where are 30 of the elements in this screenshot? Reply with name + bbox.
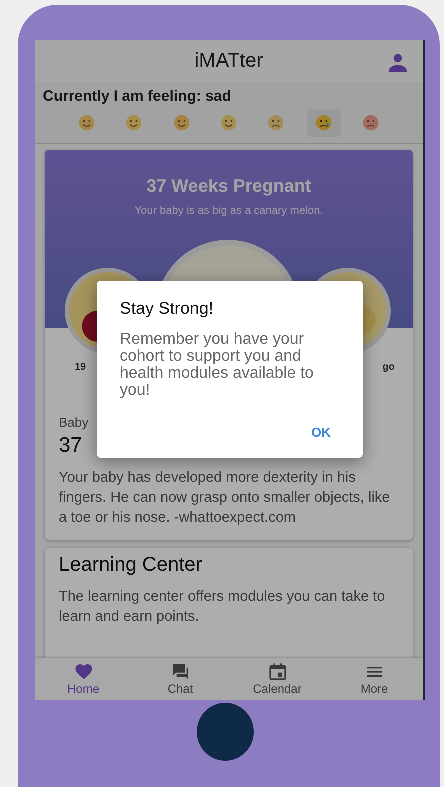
emoji-icon — [172, 114, 191, 132]
emoji-icon — [125, 114, 144, 132]
mood-option[interactable] — [306, 109, 341, 137]
heart-icon — [74, 662, 94, 682]
calendar-icon — [268, 662, 288, 682]
size-caption: go — [382, 362, 395, 373]
nav-tab[interactable]: Chat — [146, 662, 216, 696]
nav-tab[interactable]: More — [340, 662, 410, 696]
profile-icon[interactable] — [387, 52, 409, 74]
chat-icon — [170, 662, 190, 682]
dialog-message: Remember you have your cohort to support you and health modules available to you! — [120, 331, 315, 399]
emoji-icon — [267, 114, 286, 132]
card-eyebrow: Baby — [59, 415, 89, 430]
dialog-title: Stay Strong! — [120, 299, 215, 319]
card-text: The learning center offers modules you can take to learn and earn points. — [59, 588, 386, 627]
emoji-icon — [314, 114, 333, 132]
nav-tab[interactable]: Calendar — [242, 662, 312, 696]
nav-tab[interactable]: Home — [48, 662, 118, 696]
emoji-icon — [362, 114, 380, 132]
card-heading: 37 — [59, 434, 82, 458]
card-title: Learning Center — [59, 554, 204, 577]
banner-title: 37 Weeks Pregnant — [146, 176, 312, 197]
emoji-icon — [220, 114, 238, 132]
banner-subtitle: Your baby is as big as a canary melon. — [134, 205, 324, 217]
emoji-icon — [78, 114, 96, 132]
size-caption: 19 — [75, 362, 86, 373]
ok-button[interactable]: OK — [310, 421, 333, 444]
app-title: iMATter — [194, 50, 264, 72]
mood-label: Currently I am feeling: sad — [43, 88, 232, 105]
card-text: Your baby has developed more dexterity in his fingers. He can now grasp onto smaller objects, like a toe or his nose. -whattoexpect.com — [59, 469, 392, 528]
